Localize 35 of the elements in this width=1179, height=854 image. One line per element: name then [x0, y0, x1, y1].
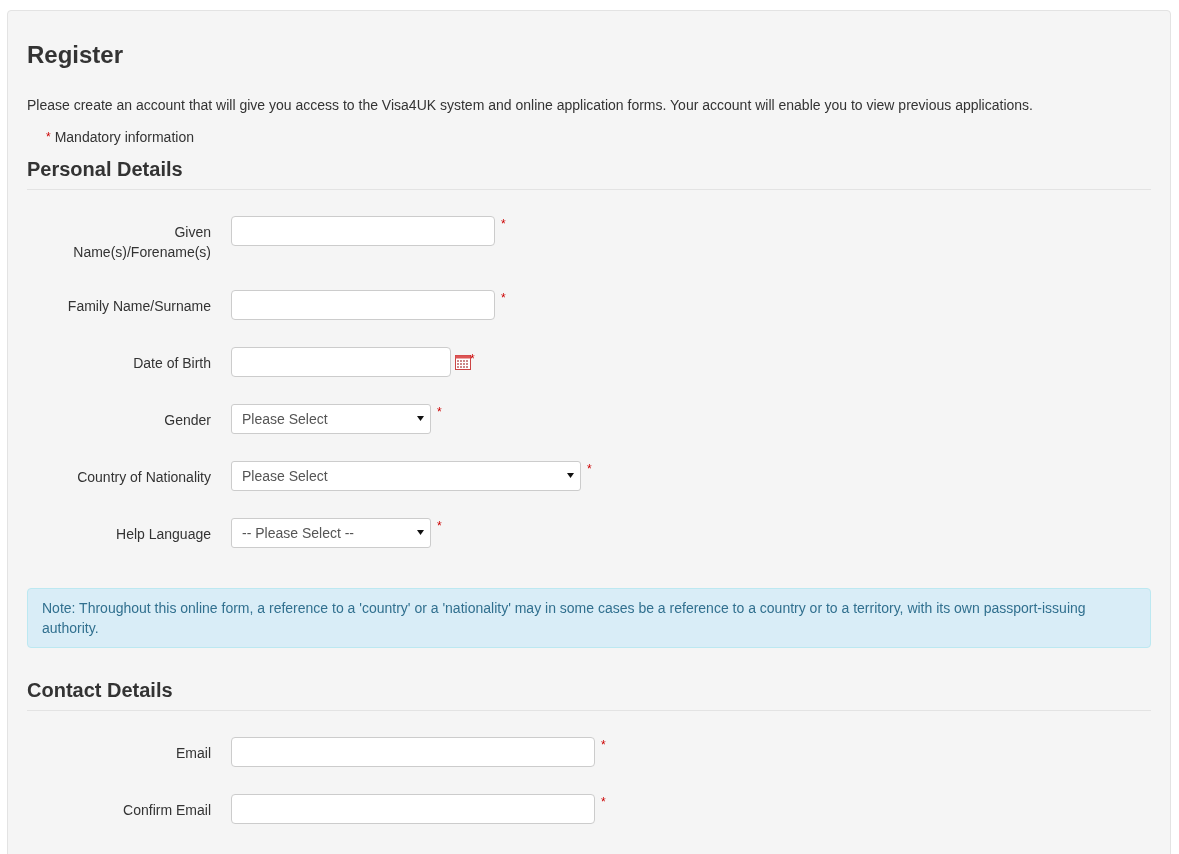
- required-mark: *: [601, 794, 606, 809]
- mandatory-note: Mandatory information: [54, 129, 194, 146]
- required-mark: *: [437, 517, 442, 532]
- intro-text: Please create an account that will give you access to the Visa4UK system and online application forms. Your account will enable you to view previous applications.: [27, 95, 1034, 115]
- required-mark: *: [501, 216, 506, 231]
- caret-icon: [567, 473, 574, 479]
- input-field[interactable]: [231, 794, 595, 825]
- field-label: Given Name(s)/Forename(s): [72, 223, 211, 262]
- required-mark: *: [437, 403, 442, 418]
- required-mark: *: [46, 129, 51, 144]
- section-heading: Contact Details: [27, 678, 1151, 712]
- info-note: Note: Throughout this online form, a reference to a 'country' or a 'nationality' may in some cases be a reference to a country or to a territory, with its own passport-issuing authority.: [27, 587, 1151, 649]
- field-label: Email: [175, 744, 211, 764]
- field-label: Date of Birth: [132, 353, 211, 373]
- dropdown[interactable]: Please Select: [231, 403, 431, 434]
- input-field[interactable]: [231, 289, 495, 320]
- field-label: Family Name/Surname: [66, 296, 211, 316]
- section-heading: Personal Details: [27, 157, 1151, 191]
- required-mark: *: [587, 460, 592, 475]
- field-label: Gender: [163, 410, 211, 430]
- required-mark: *: [470, 350, 475, 365]
- dropdown[interactable]: Please Select: [231, 460, 581, 491]
- field-label: Country of Nationality: [76, 467, 211, 487]
- input-field[interactable]: [231, 737, 595, 768]
- field-label: Help Language: [115, 524, 211, 544]
- date-field[interactable]: [231, 346, 451, 377]
- required-mark: *: [601, 737, 606, 752]
- required-mark: *: [501, 289, 506, 304]
- field-label: Confirm Email: [122, 801, 211, 821]
- input-field[interactable]: [231, 216, 495, 247]
- caret-icon: [417, 416, 424, 422]
- calendar-icon[interactable]: [455, 354, 471, 370]
- page-title: Register: [27, 41, 125, 70]
- dropdown[interactable]: -- Please Select --: [231, 517, 431, 548]
- caret-icon: [417, 530, 424, 536]
